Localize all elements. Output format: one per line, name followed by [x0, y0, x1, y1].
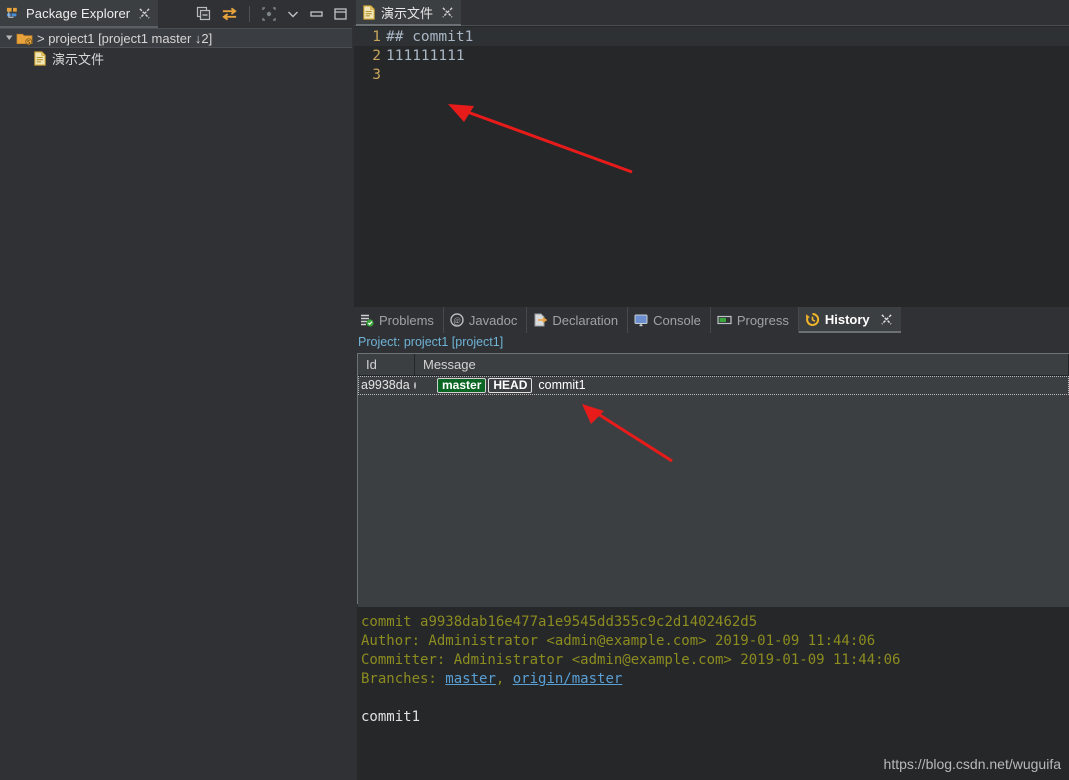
cell-commit-id: a9938da: [358, 378, 416, 392]
editor-and-views-area: 演示文件 1 ## commit1 2 111111111 3 Problems…: [354, 0, 1069, 780]
link-with-editor-icon[interactable]: [221, 6, 238, 22]
tree-item-label: > project1 [project1 master ↓2]: [37, 30, 213, 46]
commit-detail-pane[interactable]: commit a9938dab16e477a1e9545dd355c9c2d14…: [357, 607, 1069, 780]
eclipse-window: Package Explorer S > project1 [project1 …: [0, 0, 1069, 780]
detail-commit-hash: a9938dab16e477a1e9545dd355c9c2d1402462d5: [420, 614, 758, 630]
tab-label: Console: [653, 312, 701, 328]
branches-separator: ,: [495, 671, 513, 687]
history-project-label: Project: project1 [project1]: [358, 335, 504, 349]
tree-item-project1[interactable]: S > project1 [project1 master ↓2]: [0, 28, 352, 48]
tab-package-explorer[interactable]: Package Explorer: [0, 0, 159, 28]
editor-view: 演示文件 1 ## commit1 2 111111111 3: [354, 0, 1069, 307]
editor-tabbar: 演示文件: [354, 0, 1069, 26]
toolbar-divider: [249, 6, 250, 22]
cell-message: master HEAD commit1: [415, 377, 586, 393]
svg-text:@: @: [453, 316, 460, 325]
tab-history[interactable]: History: [798, 307, 901, 333]
status-badge-head: HEAD: [488, 377, 533, 393]
line-number: 3: [372, 66, 381, 83]
package-explorer-view: Package Explorer S > project1 [project1 …: [0, 0, 352, 780]
javadoc-icon: @: [450, 313, 464, 327]
package-explorer-icon: [6, 6, 21, 21]
editor-tab-label: 演示文件: [381, 5, 434, 21]
console-icon: [634, 313, 648, 327]
table-header-row: Id Message: [358, 354, 1069, 376]
close-icon[interactable]: [881, 313, 892, 325]
detail-commit-message: commit1: [361, 709, 421, 725]
tab-label: Declaration: [552, 312, 619, 328]
package-explorer-tabbar: Package Explorer: [0, 0, 352, 28]
tab-label: Progress: [736, 312, 789, 328]
tab-editor-file[interactable]: 演示文件: [356, 0, 462, 26]
detail-commit-line: commit a9938dab16e477a1e9545dd355c9c2d14…: [361, 613, 1069, 632]
project-tree: S > project1 [project1 master ↓2] 演示文件: [0, 28, 352, 68]
commit-message-text: commit1: [538, 378, 586, 392]
commit-id-text: a9938da: [361, 378, 410, 392]
code-line: 2 111111111: [354, 46, 1069, 65]
focus-on-active-task-icon[interactable]: [261, 6, 277, 22]
status-badge-branch: master: [437, 377, 487, 393]
file-icon: [33, 50, 47, 66]
branch-link-master[interactable]: master: [445, 671, 496, 687]
close-icon[interactable]: [139, 7, 150, 19]
tab-problems[interactable]: Problems: [354, 307, 444, 333]
code-line: 3: [354, 65, 1069, 84]
svg-text:S: S: [27, 40, 30, 46]
detail-branches-label: Branches:: [361, 671, 446, 687]
code-editor[interactable]: 1 ## commit1 2 111111111 3: [354, 27, 1069, 307]
package-explorer-toolbar: [196, 0, 348, 28]
table-empty-area: [358, 395, 1069, 623]
problems-icon: [360, 313, 374, 327]
project-folder-icon: S: [16, 31, 33, 46]
table-row[interactable]: a9938da master HEAD commit1: [358, 376, 1069, 395]
tab-declaration[interactable]: Declaration: [527, 307, 629, 333]
tree-item-label: 演示文件: [52, 51, 105, 67]
line-text: 111111111: [386, 47, 465, 64]
file-icon: [362, 4, 376, 20]
tab-label: Problems: [379, 312, 434, 328]
declaration-icon: [533, 313, 548, 327]
close-icon[interactable]: [442, 6, 453, 18]
line-number: 1: [372, 28, 381, 45]
column-header-id[interactable]: Id: [358, 354, 415, 375]
tab-label: Package Explorer: [26, 5, 131, 21]
tab-label: History: [824, 311, 870, 327]
line-number: 2: [372, 47, 381, 64]
history-view: Problems @ Javadoc Declaration Console P…: [354, 307, 1069, 780]
history-icon: [805, 312, 820, 327]
branch-link-origin-master[interactable]: origin/master: [513, 671, 623, 687]
tab-console[interactable]: Console: [628, 307, 711, 333]
column-header-message[interactable]: Message: [415, 354, 1069, 375]
tab-javadoc[interactable]: @ Javadoc: [444, 307, 528, 333]
minimize-icon[interactable]: [309, 7, 324, 21]
line-text: ## commit1: [386, 28, 474, 45]
tree-item-file[interactable]: 演示文件: [0, 48, 352, 68]
detail-commit-label: commit: [361, 614, 412, 630]
expand-arrow-icon[interactable]: [2, 33, 16, 44]
bottom-tabbar: Problems @ Javadoc Declaration Console P…: [354, 307, 1069, 333]
detail-author-line: Author: Administrator <admin@example.com…: [361, 633, 876, 649]
detail-committer-line: Committer: Administrator <admin@example.…: [361, 652, 901, 668]
detail-branches-line: Branches: master, origin/master: [361, 670, 1069, 689]
watermark-text: https://blog.csdn.net/wuguifa: [883, 756, 1061, 772]
history-table: Id Message a9938da master HEAD commit1: [357, 353, 1069, 623]
progress-icon: [717, 314, 732, 326]
chevron-down-icon[interactable]: [286, 7, 300, 21]
maximize-icon[interactable]: [333, 7, 348, 21]
tab-label: Javadoc: [468, 312, 518, 328]
collapse-all-icon[interactable]: [196, 6, 212, 22]
code-line: 1 ## commit1: [354, 27, 1069, 46]
tab-progress[interactable]: Progress: [711, 307, 799, 333]
